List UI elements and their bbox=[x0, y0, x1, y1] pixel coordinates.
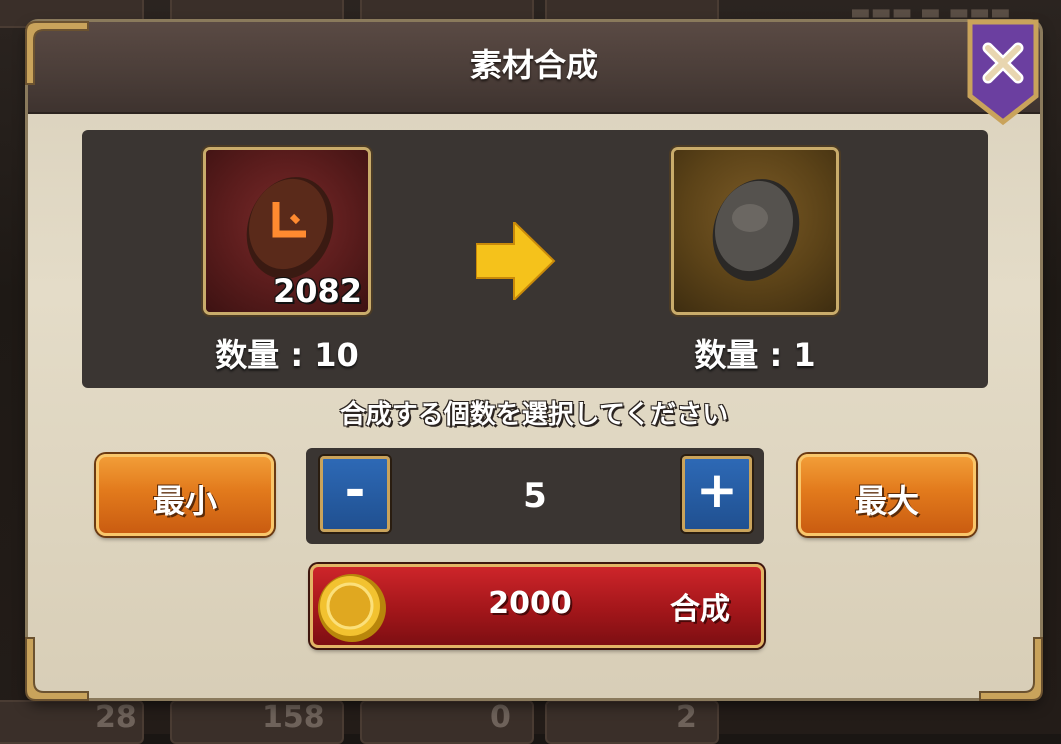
craft-label: 合成 bbox=[670, 592, 730, 627]
gray-stone-icon bbox=[712, 179, 800, 281]
corner-ornament-icon bbox=[25, 637, 89, 701]
source-quantity-label: 数量 : 10 bbox=[215, 336, 359, 374]
background-number: 2 bbox=[676, 700, 697, 735]
minus-icon: - bbox=[344, 461, 366, 519]
background-number: 28 bbox=[95, 700, 137, 735]
min-button-label: 最小 bbox=[152, 482, 217, 520]
min-button[interactable]: 最小 bbox=[96, 454, 274, 536]
increment-button[interactable]: + bbox=[682, 456, 752, 532]
gold-coin-icon bbox=[318, 574, 386, 642]
result-quantity-label: 数量 : 1 bbox=[694, 336, 816, 374]
material-panel: 2082 数量 : 10 数量 : 1 bbox=[82, 130, 988, 388]
plus-icon: + bbox=[696, 461, 738, 519]
decrement-button[interactable]: - bbox=[320, 456, 390, 532]
quantity-value: 5 bbox=[523, 476, 547, 516]
craft-cost: 2000 bbox=[488, 586, 572, 621]
close-button[interactable] bbox=[966, 18, 1040, 128]
result-item-slot[interactable] bbox=[674, 150, 836, 312]
instruction-text: 合成する個数を選択してください bbox=[339, 400, 729, 430]
corner-ornament-icon bbox=[25, 21, 89, 85]
quantity-stepper: - 5 + bbox=[306, 448, 764, 544]
background-number: 158 bbox=[262, 700, 325, 735]
close-x-icon bbox=[967, 19, 1039, 126]
corner-ornament-icon bbox=[979, 637, 1043, 701]
source-item-slot[interactable]: 2082 bbox=[206, 150, 368, 312]
arrow-right-icon bbox=[476, 222, 556, 300]
craft-dialog: 素材合成 2082 数量 : 10 数量: 1 合成する個数を選択してください… bbox=[25, 19, 1043, 701]
dialog-title: 素材合成 bbox=[469, 46, 598, 84]
max-button[interactable]: 最大 bbox=[798, 454, 976, 536]
dialog-header: 素材合成 bbox=[28, 22, 1040, 114]
background-number: 0 bbox=[490, 700, 511, 735]
max-button-label: 最大 bbox=[854, 482, 919, 520]
owned-count: 2082 bbox=[272, 272, 362, 310]
craft-button[interactable]: 2000 合成 bbox=[310, 564, 764, 648]
